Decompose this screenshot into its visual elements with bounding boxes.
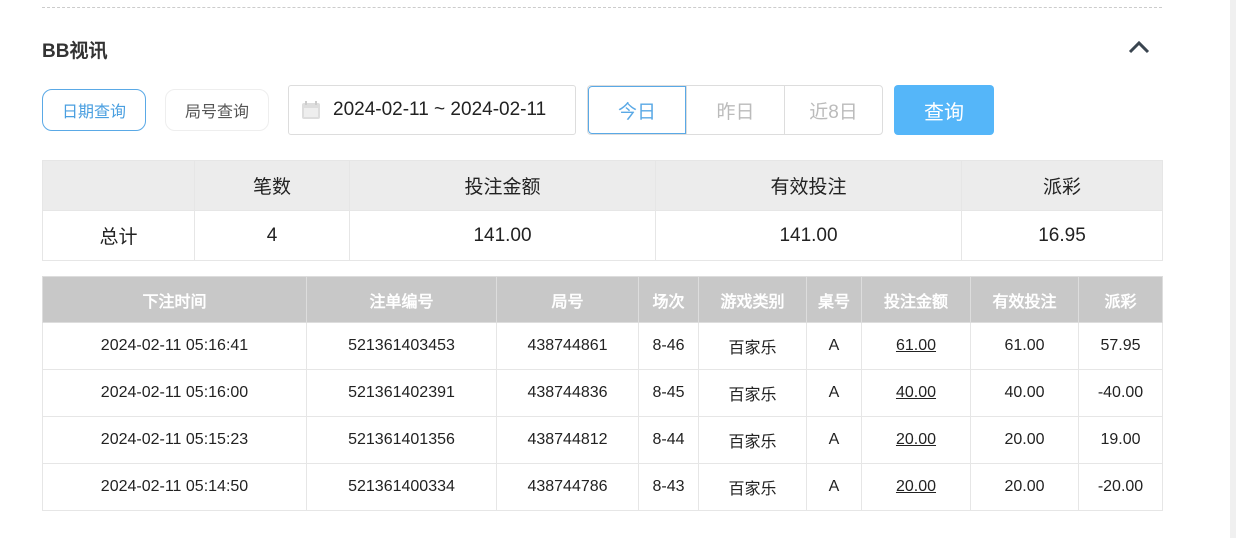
bet-time: 2024-02-11 05:14:50: [42, 463, 307, 511]
calendar-icon: [302, 101, 320, 119]
summary-table: 笔数 投注金额 有效投注 派彩 总计 4 141.00 141.00 16.95: [42, 160, 1163, 261]
payout: 19.00: [1078, 416, 1163, 464]
payout: 57.95: [1078, 322, 1163, 370]
valid-bet: 61.00: [970, 322, 1079, 370]
bet-id: 521361400334: [306, 463, 497, 511]
range-today[interactable]: 今日: [588, 86, 686, 134]
total-bet: 141.00: [349, 210, 656, 261]
bet-amount[interactable]: 61.00: [861, 322, 971, 370]
game-type: 百家乐: [698, 463, 807, 511]
payout: -20.00: [1078, 463, 1163, 511]
bet-time: 2024-02-11 05:15:23: [42, 416, 307, 464]
round-id: 438744812: [496, 416, 639, 464]
table-row: 2024-02-11 05:14:50 521361400334 438744786…: [42, 463, 1163, 511]
date-query-button[interactable]: 日期查询: [42, 89, 146, 131]
bet-amount[interactable]: 20.00: [861, 416, 971, 464]
bet-amount[interactable]: 20.00: [861, 463, 971, 511]
column-header: 下注时间: [42, 276, 307, 323]
bet-amount[interactable]: 40.00: [861, 369, 971, 417]
column-header: 投注金额: [349, 160, 656, 211]
date-range-input[interactable]: 2024-02-11 ~ 2024-02-11: [288, 85, 576, 135]
summary-header: 笔数 投注金额 有效投注 派彩: [42, 160, 1163, 211]
total-payout: 16.95: [961, 210, 1163, 261]
column-header: 投注金额: [861, 276, 971, 323]
valid-bet: 20.00: [970, 463, 1079, 511]
payout: -40.00: [1078, 369, 1163, 417]
summary-row: 总计 4 141.00 141.00 16.95: [42, 210, 1163, 261]
session: 8-43: [638, 463, 699, 511]
bet-id: 521361402391: [306, 369, 497, 417]
table-no: A: [806, 322, 862, 370]
range-last-8-days[interactable]: 近8日: [784, 86, 882, 134]
bet-time: 2024-02-11 05:16:41: [42, 322, 307, 370]
round-id: 438744786: [496, 463, 639, 511]
table-row: 2024-02-11 05:16:00 521361402391 438744836…: [42, 369, 1163, 417]
column-header: 桌号: [806, 276, 862, 323]
column-header: 注单编号: [306, 276, 497, 323]
column-header: 游戏类别: [698, 276, 807, 323]
total-valid-bet: 141.00: [655, 210, 962, 261]
column-header: 局号: [496, 276, 639, 323]
divider: [42, 7, 1162, 8]
column-header: 场次: [638, 276, 699, 323]
total-label: 总计: [42, 210, 195, 261]
game-type: 百家乐: [698, 369, 807, 417]
round-id: 438744836: [496, 369, 639, 417]
section-title: BB视讯: [42, 41, 108, 62]
column-header: 笔数: [194, 160, 350, 211]
date-range-value: 2024-02-11 ~ 2024-02-11: [333, 99, 547, 120]
search-button[interactable]: 查询: [894, 85, 994, 135]
bet-id: 521361403453: [306, 322, 497, 370]
detail-header: 下注时间 注单编号 局号 场次 游戏类别 桌号 投注金额 有效投注 派彩: [42, 276, 1163, 323]
session: 8-45: [638, 369, 699, 417]
table-no: A: [806, 369, 862, 417]
session: 8-46: [638, 322, 699, 370]
column-header: 有效投注: [970, 276, 1079, 323]
scrollbar[interactable]: [1230, 0, 1236, 538]
bet-id: 521361401356: [306, 416, 497, 464]
chevron-up-icon[interactable]: [1128, 38, 1150, 56]
valid-bet: 20.00: [970, 416, 1079, 464]
round-id: 438744861: [496, 322, 639, 370]
round-query-button[interactable]: 局号查询: [165, 89, 269, 131]
detail-table: 下注时间 注单编号 局号 场次 游戏类别 桌号 投注金额 有效投注 派彩 2024-02-11 …: [42, 276, 1163, 511]
valid-bet: 40.00: [970, 369, 1079, 417]
total-count: 4: [194, 210, 350, 261]
table-row: 2024-02-11 05:16:41 521361403453 438744861…: [42, 322, 1163, 370]
game-type: 百家乐: [698, 416, 807, 464]
range-yesterday[interactable]: 昨日: [686, 86, 784, 134]
column-header: 派彩: [961, 160, 1163, 211]
column-header: 派彩: [1078, 276, 1163, 323]
column-header: 有效投注: [655, 160, 962, 211]
table-no: A: [806, 416, 862, 464]
column-header: [42, 160, 195, 211]
bet-time: 2024-02-11 05:16:00: [42, 369, 307, 417]
session: 8-44: [638, 416, 699, 464]
quick-range-group: 今日 昨日 近8日: [587, 85, 883, 135]
table-row: 2024-02-11 05:15:23 521361401356 438744812…: [42, 416, 1163, 464]
table-no: A: [806, 463, 862, 511]
game-type: 百家乐: [698, 322, 807, 370]
